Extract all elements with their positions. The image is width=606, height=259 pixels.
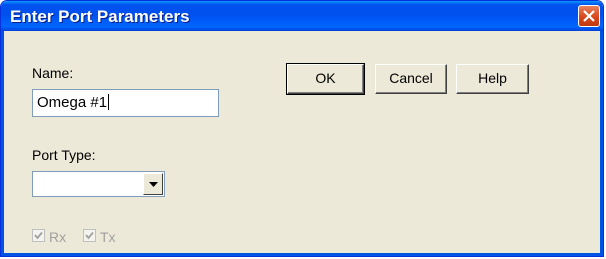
port-type-label: Port Type: xyxy=(32,147,96,163)
title-bar[interactable]: Enter Port Parameters xyxy=(1,1,603,31)
checkmark-icon xyxy=(34,231,43,240)
text-caret xyxy=(108,94,110,110)
port-type-dropdown-button[interactable] xyxy=(143,173,163,195)
ok-button[interactable]: OK xyxy=(286,63,365,95)
chevron-down-icon xyxy=(149,182,158,187)
tx-checkbox-label: Tx xyxy=(100,229,116,245)
close-button[interactable] xyxy=(578,5,600,27)
dialog-title: Enter Port Parameters xyxy=(10,7,190,26)
tx-checkbox[interactable] xyxy=(83,229,96,242)
cancel-button[interactable]: Cancel xyxy=(375,64,447,94)
name-field-value: Omega #1 xyxy=(37,94,108,111)
window-border-left xyxy=(1,31,4,256)
name-label: Name: xyxy=(32,65,74,81)
rx-checkbox-label: Rx xyxy=(49,229,67,245)
rx-checkbox[interactable] xyxy=(32,229,45,242)
help-button[interactable]: Help xyxy=(456,64,529,94)
checkmark-icon xyxy=(85,231,94,240)
dialog-window: Enter Port Parameters Name: Omega #1 Por… xyxy=(0,0,604,257)
window-border-right xyxy=(600,31,603,256)
name-field[interactable]: Omega #1 xyxy=(32,89,219,117)
window-border-bottom xyxy=(1,253,603,256)
port-type-select[interactable] xyxy=(32,171,165,197)
close-icon xyxy=(583,10,595,22)
